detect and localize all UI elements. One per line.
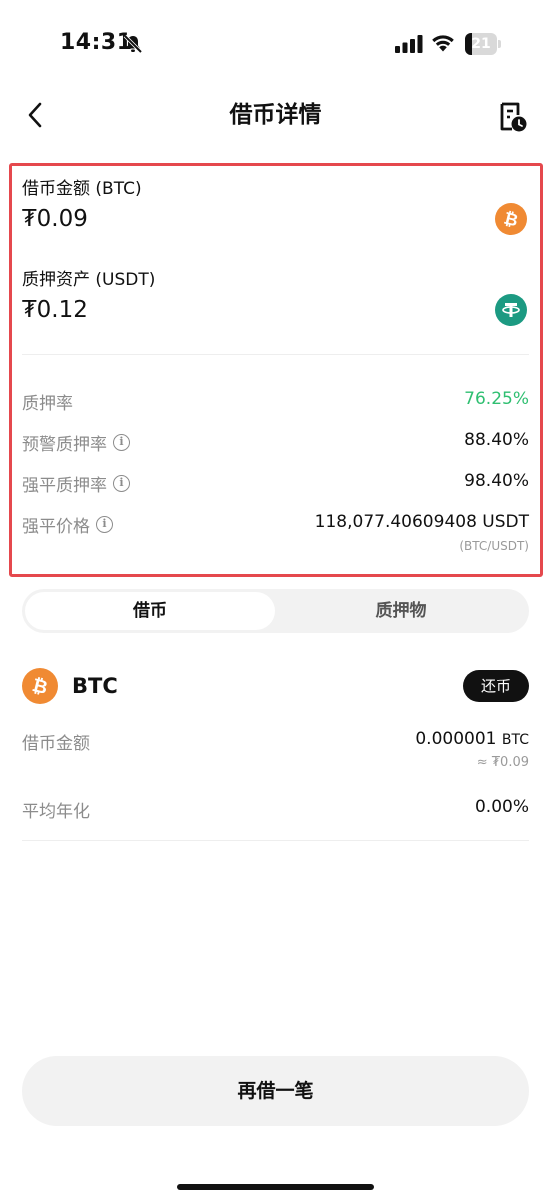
average-apr-label: 平均年化 <box>22 797 90 822</box>
svg-text:₿: ₿ <box>30 675 50 698</box>
collateral-ratio-label-text: 质押率 <box>22 394 73 414</box>
wifi-icon <box>432 35 454 52</box>
bitcoin-icon: ₿ <box>495 203 527 235</box>
liquidation-price-pair: (BTC/USDT) <box>459 539 529 553</box>
collateral-asset-value: ₮0.12 <box>22 297 88 323</box>
chevron-left-icon <box>28 102 42 128</box>
asset-symbol: BTC <box>72 674 118 698</box>
liquidation-price-value: 118,077.40609408 USDT <box>314 512 529 532</box>
borrowed-amount-value: 0.000001 BTC <box>415 729 529 749</box>
borrow-amount-value: ₮0.09 <box>22 206 88 232</box>
info-icon[interactable]: i <box>113 434 130 451</box>
borrowed-amount-label: 借币金额 <box>22 729 90 754</box>
info-icon[interactable]: i <box>113 475 130 492</box>
liquidation-ratio-label-text: 强平质押率 <box>22 476 107 496</box>
liquidation-price-label: 强平价格 i <box>22 512 113 537</box>
liquidation-ratio-label: 强平质押率 i <box>22 471 130 496</box>
svg-text:₿: ₿ <box>502 209 520 230</box>
repay-button[interactable]: 还币 <box>463 670 529 702</box>
average-apr-label-text: 平均年化 <box>22 802 90 822</box>
borrowed-amount-approx: ≈ ₮0.09 <box>476 755 529 770</box>
collateral-asset-label: 质押资产 (USDT) <box>22 270 156 290</box>
average-apr-value: 0.00% <box>474 797 529 817</box>
bitcoin-icon: ₿ <box>22 668 58 704</box>
detail-tabs: 借币 质押物 <box>22 589 529 633</box>
page-title: 借币详情 <box>229 102 322 128</box>
borrowed-amount-unit: BTC <box>501 732 529 748</box>
history-button[interactable] <box>496 100 530 134</box>
borrowed-amount-number: 0.000001 <box>415 729 497 749</box>
collateral-ratio-value: 76.25% <box>464 389 529 409</box>
tether-icon <box>495 294 527 326</box>
warning-ratio-value: 88.40% <box>464 430 529 450</box>
home-indicator <box>177 1184 374 1190</box>
warning-ratio-label: 预警质押率 i <box>22 430 130 455</box>
tab-borrow[interactable]: 借币 <box>25 592 275 630</box>
borrow-amount-label: 借币金额 (BTC) <box>22 179 142 199</box>
warning-ratio-label-text: 预警质押率 <box>22 435 107 455</box>
info-icon[interactable]: i <box>96 516 113 533</box>
borrowed-amount-label-text: 借币金额 <box>22 734 90 754</box>
battery-indicator: 21 <box>465 33 501 55</box>
liquidation-ratio-value: 98.40% <box>464 471 529 491</box>
section-divider <box>22 840 529 841</box>
collateral-ratio-label: 质押率 <box>22 389 73 414</box>
signal-icon <box>395 35 423 53</box>
document-clock-icon <box>500 102 527 132</box>
back-button[interactable] <box>18 98 52 132</box>
bell-muted-icon <box>123 34 143 54</box>
borrow-again-button[interactable]: 再借一笔 <box>22 1056 529 1126</box>
tab-collateral[interactable]: 质押物 <box>276 592 526 630</box>
card-divider <box>22 354 529 355</box>
liquidation-price-label-text: 强平价格 <box>22 517 90 537</box>
battery-level: 21 <box>471 36 491 52</box>
